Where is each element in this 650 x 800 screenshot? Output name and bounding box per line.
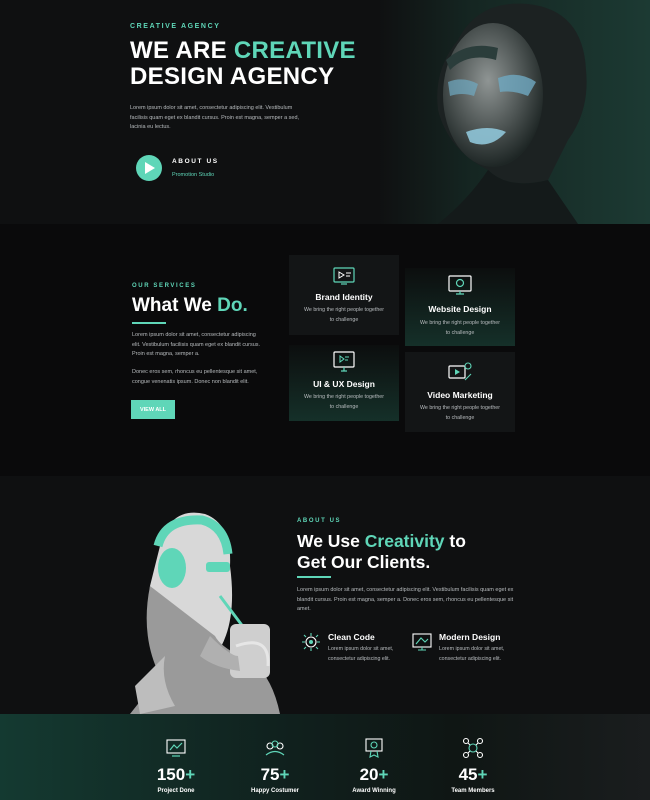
stats-section: 150+ Project Done 75+ Happy Costumer 20+…	[0, 714, 650, 800]
hero-text: Lorem ipsum dolor sit amet, consectetur …	[130, 105, 300, 130]
about-title: We Use Creativity to Get Our Clients.	[297, 531, 466, 573]
stat-suffix: +	[185, 765, 196, 784]
service-card-video-marketing[interactable]: Video Marketing We bring the right peopl…	[405, 352, 515, 432]
view-all-button[interactable]: VIEW ALL	[131, 400, 175, 419]
stat-suffix: +	[378, 765, 389, 784]
feature-title: Modern Design	[439, 632, 501, 642]
modern-design-icon	[412, 633, 432, 651]
stat-number: 75	[260, 765, 280, 784]
about-section: ABOUT US We Use Creativity to Get Our Cl…	[0, 476, 650, 714]
girl-with-headphones-image	[120, 506, 290, 714]
stat-label: Award Winning	[352, 788, 396, 794]
card-description: We bring the right people together to ch…	[304, 394, 384, 410]
stat-suffix: +	[279, 765, 290, 784]
customer-icon	[265, 740, 285, 756]
stat-value: 20+	[324, 765, 424, 785]
ui-ux-design-icon	[333, 351, 355, 372]
services-title-prefix: What We	[132, 295, 218, 316]
about-title-suffix: to	[444, 531, 466, 551]
brand-identity-icon	[333, 267, 355, 285]
about-title-line2: Get Our Clients.	[297, 552, 431, 572]
about-title-prefix: We Use	[297, 531, 365, 551]
about-kicker: ABOUT US	[297, 518, 342, 524]
services-paragraph-1: Lorem ipsum dolor sit amet, consectetur …	[132, 332, 261, 357]
stat-value: 150+	[126, 765, 226, 785]
award-icon	[365, 738, 383, 758]
stat-label: Team Members	[451, 788, 495, 794]
services-title: What We Do.	[132, 295, 248, 317]
stat-value: 45+	[423, 765, 523, 785]
services-section: OUR SERVICES What We Do. Lorem ipsum dol…	[0, 224, 650, 476]
hero-title-accent: CREATIVE	[233, 37, 356, 64]
hero-title-prefix: WE ARE	[130, 37, 234, 64]
website-design-icon	[448, 275, 472, 295]
team-icon	[462, 737, 484, 759]
about-title-accent: Creativity	[364, 531, 445, 551]
play-button[interactable]	[136, 155, 162, 181]
feature-description: Lorem ipsum dolor sit amet, consectetur …	[328, 646, 394, 662]
service-card-ui-ux-design[interactable]: UI & UX Design We bring the right people…	[289, 345, 399, 421]
card-description: We bring the right people together to ch…	[304, 307, 384, 323]
service-card-website-design[interactable]: Website Design We bring the right people…	[405, 268, 515, 346]
card-description: We bring the right people together to ch…	[420, 405, 500, 421]
project-icon	[166, 739, 186, 757]
about-text: Lorem ipsum dolor sit amet, consectetur …	[297, 587, 514, 612]
about-us-link[interactable]: ABOUT US	[172, 158, 219, 165]
stat-label: Happy Costumer	[250, 788, 299, 794]
hero-section: CREATIVE AGENCY WE ARE CREATIVE DESIGN A…	[0, 0, 650, 224]
about-divider	[297, 576, 331, 578]
stat-label: Project Done	[157, 788, 195, 794]
about-subtitle: Promotion Studio	[172, 172, 215, 178]
feature-title: Clean Code	[328, 632, 375, 642]
services-kicker: OUR SERVICES	[132, 283, 197, 289]
hero-portrait-image	[378, 0, 650, 224]
hero-title-line2: DESIGN AGENCY	[130, 63, 335, 90]
video-marketing-icon	[448, 362, 472, 381]
card-title: UI & UX Design	[313, 379, 375, 389]
stat-number: 45	[458, 765, 478, 784]
stat-number: 150	[156, 765, 186, 784]
hero-title: WE ARE CREATIVE DESIGN AGENCY	[130, 38, 356, 90]
feature-description: Lorem ipsum dolor sit amet, consectetur …	[439, 646, 505, 662]
services-paragraph-2: Donec eros sem, rhoncus eu pellentesque …	[132, 369, 258, 385]
card-title: Video Marketing	[427, 390, 493, 400]
stat-suffix: +	[477, 765, 488, 784]
clean-code-icon	[302, 633, 320, 651]
hero-kicker: CREATIVE AGENCY	[130, 23, 221, 30]
card-title: Website Design	[428, 304, 492, 314]
services-title-accent: Do.	[217, 295, 248, 316]
service-card-brand-identity[interactable]: Brand Identity We bring the right people…	[289, 255, 399, 335]
stat-value: 75+	[225, 765, 325, 785]
card-description: We bring the right people together to ch…	[420, 320, 500, 336]
stat-number: 20	[359, 765, 379, 784]
services-divider	[132, 322, 166, 324]
play-icon	[145, 162, 155, 174]
card-title: Brand Identity	[315, 292, 373, 302]
